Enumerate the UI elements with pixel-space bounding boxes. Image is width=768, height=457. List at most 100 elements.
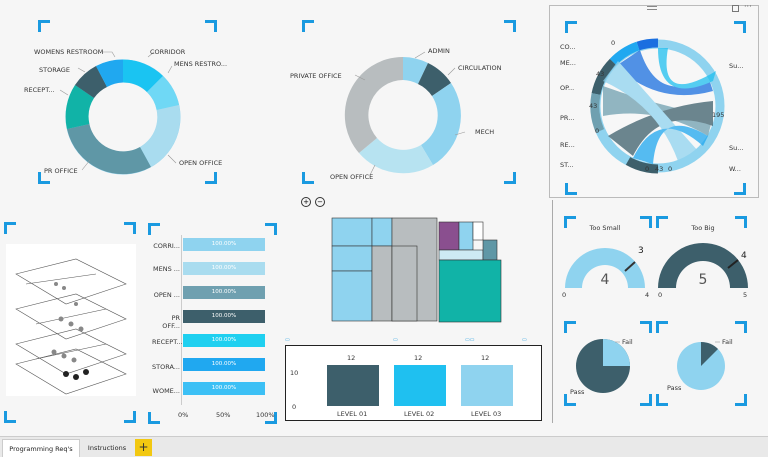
bar-6[interactable]: 100.00% xyxy=(183,382,265,395)
chord-value: 43 xyxy=(589,102,597,110)
chord-value: 195 xyxy=(712,111,724,119)
zoom-out-icon[interactable]: − xyxy=(315,197,325,207)
column-ytick: 10 xyxy=(290,369,299,377)
tab-programming-reqs[interactable]: Programming Req's xyxy=(2,439,80,457)
visual-corner xyxy=(148,223,160,235)
gauge-title-too-small: Too Small xyxy=(589,224,621,232)
chord-value: 0 xyxy=(595,127,599,135)
column-bar[interactable] xyxy=(394,365,446,406)
chord-right-label: Su... xyxy=(729,144,743,152)
column-bar[interactable] xyxy=(327,365,379,406)
plan-room[interactable] xyxy=(331,245,373,272)
gauge-target: 3 xyxy=(638,246,644,256)
chord-value: 0 xyxy=(611,39,615,47)
bar-axis-tick: 0% xyxy=(178,411,189,419)
column-value-label: 12 xyxy=(414,354,423,362)
page-tab-bar: Programming Req's Instructions + xyxy=(0,436,768,457)
pie-label-fail: Fail xyxy=(722,338,733,346)
chord-chart[interactable]: CO... ME... OP... PR... RE... ST... Su..… xyxy=(555,30,755,180)
column-value-label: 12 xyxy=(481,354,490,362)
focus-mode-icon[interactable] xyxy=(732,5,739,12)
donut1-label-womens: WOMENS RESTROOM xyxy=(34,48,103,56)
chord-left-label: OP... xyxy=(560,84,574,92)
zoom-in-icon[interactable]: + xyxy=(301,197,311,207)
drag-handle-icon[interactable] xyxy=(647,6,657,10)
plan-room[interactable] xyxy=(458,221,474,251)
bar-label: CORRI... xyxy=(153,242,180,250)
bar-2[interactable]: 100.00% xyxy=(183,286,265,299)
chord-left-label: RE... xyxy=(560,141,575,149)
bar-label: RECEPT... xyxy=(152,338,183,346)
plan-room[interactable] xyxy=(391,245,418,322)
gauge-min: 0 xyxy=(658,291,662,299)
column-value-label: 12 xyxy=(347,354,356,362)
plan-room[interactable] xyxy=(438,259,502,323)
bar-axis-line xyxy=(181,235,182,405)
visual-corner xyxy=(302,20,314,32)
column-category-label: LEVEL 02 xyxy=(404,410,435,418)
chord-right-label: Su... xyxy=(729,62,743,70)
donut2-label-mech: MECH xyxy=(475,128,494,136)
pass-fail-pies[interactable]: Fail Pass Fail Pass xyxy=(555,330,755,400)
visual-corner xyxy=(38,20,50,32)
gauge-charts[interactable]: Too Small 4 3 0 4 Too Big 5 4 0 5 xyxy=(555,222,755,302)
donut1-label-storage: STORAGE xyxy=(39,66,70,74)
gauge-value: 5 xyxy=(699,272,708,288)
handle-icon[interactable]: ▭ xyxy=(522,337,527,343)
plan-room[interactable] xyxy=(482,239,498,261)
bar-axis-tick: 100% xyxy=(256,411,275,419)
visual-corner xyxy=(4,222,16,234)
donut-slice-open-office[interactable] xyxy=(140,105,181,167)
gauge-target: 4 xyxy=(741,251,747,261)
plan-room[interactable] xyxy=(472,221,484,241)
plan-room[interactable] xyxy=(438,249,484,261)
bar-label: PR OFF... xyxy=(162,314,180,330)
visual-corner xyxy=(4,411,16,423)
donut2-label-private-office: PRIVATE OFFICE xyxy=(290,72,342,80)
donut2-label-admin: ADMIN xyxy=(428,47,450,55)
visual-corner xyxy=(265,223,277,235)
plan-room[interactable] xyxy=(371,245,393,322)
room-donut-chart[interactable]: WOMENS RESTROOM CORRIDOR MENS RESTRO... … xyxy=(20,40,230,185)
donut-slice-mech[interactable] xyxy=(421,83,461,165)
building-model-image[interactable] xyxy=(6,244,136,396)
bar-5[interactable]: 100.00% xyxy=(183,358,265,371)
handle-icon[interactable]: ▭ xyxy=(393,337,398,343)
column-ytick: 0 xyxy=(292,403,297,411)
plan-room[interactable] xyxy=(331,270,373,322)
donut-slice-pr-office[interactable] xyxy=(67,124,151,175)
handle-icon[interactable]: ▭▭ xyxy=(465,337,474,343)
report-canvas: WOMENS RESTROOM CORRIDOR MENS RESTRO... … xyxy=(0,0,768,457)
plan-room[interactable] xyxy=(371,217,393,247)
plan-room[interactable] xyxy=(438,221,460,251)
donut1-label-mens: MENS RESTRO... xyxy=(174,60,227,68)
area-donut-chart[interactable]: ADMIN CIRCULATION PRIVATE OFFICE MECH OP… xyxy=(285,40,510,185)
more-options-icon[interactable]: ··· xyxy=(744,2,752,11)
handle-icon[interactable]: ▭ xyxy=(285,337,290,343)
bar-3[interactable]: 100.00% xyxy=(183,310,265,323)
gauge-max: 5 xyxy=(743,291,747,299)
bar-label: STORA... xyxy=(152,363,180,371)
column-bar[interactable] xyxy=(461,365,513,406)
chord-right-label: W... xyxy=(729,165,741,173)
chord-value: 0 xyxy=(668,165,672,173)
chord-value: 0 xyxy=(645,165,649,173)
bar-label: OPEN ... xyxy=(153,291,180,299)
tab-instructions[interactable]: Instructions xyxy=(82,439,132,457)
donut2-label-circulation: CIRCULATION xyxy=(458,64,502,72)
plan-room[interactable] xyxy=(331,217,373,247)
bar-1[interactable]: 100.00% xyxy=(183,262,265,275)
bar-0[interactable]: 100.00% xyxy=(183,238,265,251)
chord-left-label: CO... xyxy=(560,43,576,51)
visual-corner xyxy=(734,183,746,195)
chord-value: 43 xyxy=(655,165,663,173)
bar-4[interactable]: 100.00% xyxy=(183,334,265,347)
donut1-label-open-office: OPEN OFFICE xyxy=(179,159,222,167)
floor-plan-map[interactable] xyxy=(330,216,502,324)
chord-left-label: ST... xyxy=(560,161,574,169)
visual-corner xyxy=(504,20,516,32)
add-page-button[interactable]: + xyxy=(135,439,152,456)
gauge-min: 0 xyxy=(562,291,566,299)
chord-value: 43 xyxy=(596,70,604,78)
donut-slice-private-office[interactable] xyxy=(344,56,403,153)
